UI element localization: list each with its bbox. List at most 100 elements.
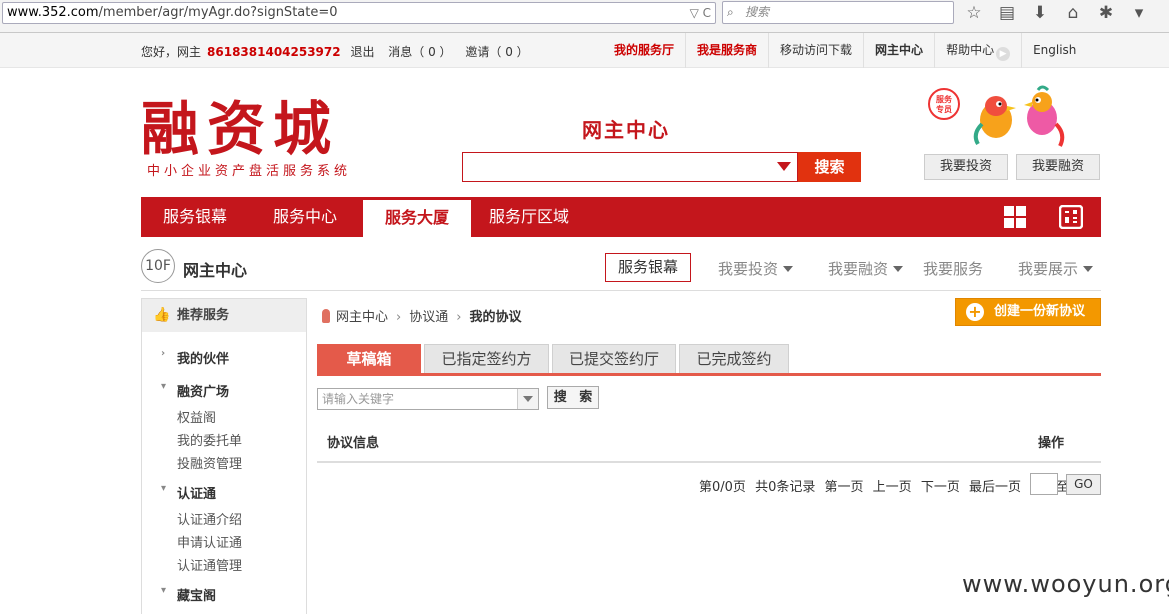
search-category-dropdown-icon[interactable] (777, 162, 791, 171)
subnav-finance[interactable]: 我要融资 (828, 258, 904, 279)
subnav-showcase-label: 我要展示 (1018, 260, 1079, 278)
mascot-birds-illustration: 服务 专员 (928, 85, 1065, 147)
page-heading: 网主中心 (582, 118, 670, 142)
breadcrumb-separator-icon: › (456, 310, 462, 325)
url-controls[interactable]: ▽ C (690, 5, 711, 21)
caret-down-icon (783, 266, 794, 272)
chevron-right-icon: › (161, 348, 166, 359)
topnav-provider[interactable]: 我是服务商 (685, 33, 768, 68)
first-page-link[interactable]: 第一页 (825, 480, 864, 495)
subnav-invest-label: 我要投资 (718, 260, 779, 278)
mainnav-hall-area[interactable]: 服务厅区域 (489, 197, 569, 237)
sidebar-header-label: 推荐服务 (177, 308, 230, 323)
floor-title: 网主中心 (183, 261, 248, 280)
jump-page-input[interactable] (1030, 473, 1058, 495)
top-nav: 我的服务厅 我是服务商 移动访问下载 网主中心 帮助中心 ▶ English (603, 33, 1087, 68)
topnav-mobile[interactable]: 移动访问下载 (768, 33, 863, 68)
keyword-input[interactable]: 请输入关键字 (317, 388, 539, 410)
bookmarks-list-icon[interactable]: ▤ (997, 3, 1017, 23)
sidebar-section-partners[interactable]: › 我的伙伴 (161, 348, 230, 367)
play-icon: ▶ (996, 47, 1011, 61)
topnav-help-label: 帮助中心 (946, 43, 995, 57)
sidebar-item-investment-mgmt[interactable]: 投融资管理 (177, 453, 242, 472)
page-indicator: 第0/0页 (699, 480, 746, 495)
messages-link[interactable]: 消息（ 0 ） (388, 45, 451, 59)
go-button[interactable]: GO (1066, 474, 1101, 495)
chevron-down-icon: ▾ (161, 585, 167, 596)
breadcrumb-owner-center[interactable]: 网主中心 (336, 310, 388, 325)
breadcrumb-separator-icon: › (396, 310, 402, 325)
topnav-my-hall[interactable]: 我的服务厅 (603, 33, 685, 68)
site-logo[interactable]: 融资城 中小企业资产盘活服务系统 (141, 96, 366, 186)
finance-button[interactable]: 我要融资 (1016, 154, 1100, 180)
home-icon[interactable]: ⌂ (1063, 3, 1083, 23)
subnav-invest[interactable]: 我要投资 (718, 258, 794, 279)
column-header-info: 协议信息 (327, 436, 380, 451)
floor-divider (141, 290, 1101, 291)
topnav-help[interactable]: 帮助中心 ▶ (934, 33, 1021, 68)
sidebar-item-cert-intro[interactable]: 认证通介绍 (177, 509, 242, 528)
sidebar-section-label: 融资广场 (177, 385, 230, 400)
tab-drafts[interactable]: 草稿箱 (317, 344, 421, 373)
sidebar-section-treasure[interactable]: ▾ 藏宝阁 (161, 585, 216, 604)
logo-text: 融资城 (141, 95, 340, 163)
logo-subtitle: 中小企业资产盘活服务系统 (147, 164, 352, 179)
download-icon[interactable]: ⬇ (1030, 3, 1050, 23)
site-search-button[interactable]: 搜索 (798, 152, 861, 182)
thumbs-up-icon: 👍 (153, 307, 171, 323)
sidebar-item-equity[interactable]: 权益阁 (177, 407, 216, 426)
next-page-link[interactable]: 下一页 (921, 480, 960, 495)
browser-search-input[interactable]: ⌕ 搜索 (722, 1, 954, 24)
prev-page-link[interactable]: 上一页 (873, 480, 912, 495)
address-bar[interactable]: www.352.com/member/agr/myAgr.do?signStat… (2, 2, 716, 24)
bookmark-star-icon[interactable]: ☆ (964, 3, 984, 23)
keyword-dropdown-icon[interactable] (517, 389, 538, 409)
user-info: 您好，网主 8618381404253972 退出 消息（ 0 ） 邀请（ 0 ） (141, 43, 529, 60)
addon-icon[interactable]: ✱ (1096, 3, 1116, 23)
sidebar-item-cert-mgmt[interactable]: 认证通管理 (177, 555, 242, 574)
subnav-showcase[interactable]: 我要展示 (1018, 258, 1094, 279)
logout-link[interactable]: 退出 (350, 45, 374, 59)
mainnav-service-screen[interactable]: 服务银幕 (163, 197, 227, 237)
sidebar-header: 👍 推荐服务 (142, 299, 306, 332)
sidebar-item-my-orders[interactable]: 我的委托单 (177, 430, 242, 449)
site-topbar: 您好，网主 8618381404253972 退出 消息（ 0 ） 邀请（ 0 ）… (0, 33, 1169, 68)
menu-dropdown-icon[interactable]: ▾ (1129, 3, 1149, 23)
subnav-service-screen[interactable]: 服务银幕 (605, 253, 691, 282)
plus-icon: + (966, 303, 984, 321)
grid-icon[interactable] (1003, 205, 1027, 229)
agreement-tabs: 草稿箱 已指定签约方 已提交签约厅 已完成签约 (317, 344, 1101, 376)
column-header-action: 操作 (1038, 436, 1065, 451)
calculator-icon[interactable] (1059, 205, 1083, 229)
subnav-finance-label: 我要融资 (828, 260, 889, 278)
topnav-owner-center[interactable]: 网主中心 (863, 33, 934, 68)
mascot-badge-line2: 专员 (936, 104, 952, 114)
invest-button[interactable]: 我要投资 (924, 154, 1008, 180)
browser-search-placeholder: 搜索 (745, 5, 770, 19)
sidebar-item-cert-apply[interactable]: 申请认证通 (177, 532, 242, 551)
chevron-down-icon: ▾ (161, 381, 167, 392)
tab-assigned[interactable]: 已指定签约方 (424, 344, 549, 373)
sidebar: 👍 推荐服务 › 我的伙伴 ▾ 融资广场 权益阁 我的委托单 投融资管理 ▾ 认证通 … (141, 298, 307, 614)
create-agreement-label: 创建一份新协议 (994, 304, 1086, 319)
search-icon: ⌕ (727, 5, 734, 19)
table-divider (317, 461, 1101, 463)
mainnav-service-building[interactable]: 服务大厦 (363, 197, 472, 237)
sidebar-section-certification[interactable]: ▾ 认证通 (161, 483, 216, 502)
sidebar-section-finance-square[interactable]: ▾ 融资广场 (161, 381, 230, 400)
mainnav-service-center[interactable]: 服务中心 (273, 197, 337, 237)
tab-completed[interactable]: 已完成签约 (679, 344, 789, 373)
sidebar-section-label: 我的伙伴 (177, 352, 230, 367)
site-search-input[interactable] (462, 152, 798, 182)
subnav-service[interactable]: 我要服务 (923, 258, 983, 279)
create-agreement-button[interactable]: + 创建一份新协议 (955, 298, 1101, 326)
breadcrumb-current: 我的协议 (469, 310, 522, 325)
breadcrumb-agreement[interactable]: 协议通 (409, 310, 448, 325)
keyword-search-button[interactable]: 搜 索 (547, 386, 599, 409)
browser-toolbar: www.352.com/member/agr/myAgr.do?signStat… (0, 0, 1169, 33)
last-page-link[interactable]: 最后一页 (969, 480, 1021, 495)
invites-link[interactable]: 邀请（ 0 ） (465, 45, 528, 59)
topnav-english[interactable]: English (1021, 33, 1087, 68)
main-nav: 服务银幕 服务中心 服务大厦 服务厅区域 (141, 197, 1101, 237)
tab-submitted[interactable]: 已提交签约厅 (552, 344, 676, 373)
